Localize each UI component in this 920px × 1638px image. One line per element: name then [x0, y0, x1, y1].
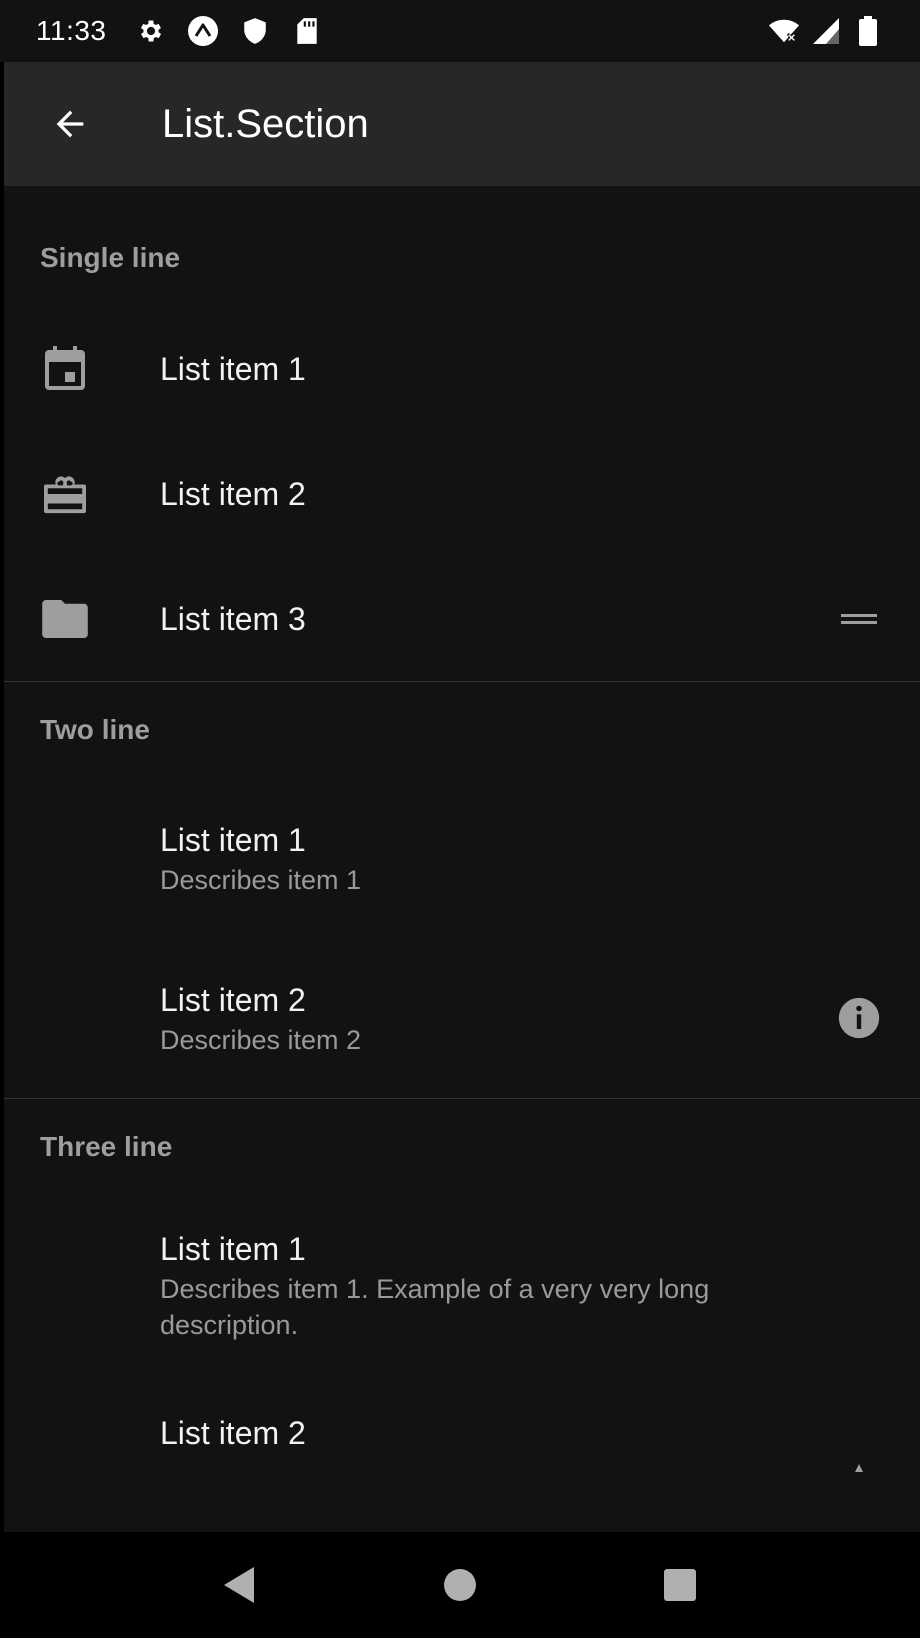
list-item-title: List item 1: [160, 1231, 306, 1267]
drag-handle-icon[interactable]: [834, 594, 884, 644]
list-item[interactable]: List item 3: [4, 556, 920, 681]
status-bar: 11:33: [0, 0, 920, 62]
list-item-title: List item 2: [160, 982, 306, 1018]
status-icons-right: [768, 15, 884, 47]
recents-square-icon[interactable]: [650, 1555, 710, 1615]
app-bar: List.Section: [4, 62, 920, 186]
list-item-title: List item 2: [160, 475, 306, 512]
list-item-description: Describes item 1. Example of a very very…: [160, 1274, 710, 1340]
wifi-icon: [768, 15, 800, 47]
page-title: List.Section: [162, 101, 369, 146]
folder-icon: [40, 594, 90, 644]
list-item-description: Describes item 2: [160, 1025, 362, 1055]
list-item[interactable]: List item 1 Describes item 1. Example of…: [4, 1195, 920, 1375]
home-circle-icon[interactable]: [430, 1555, 490, 1615]
system-nav-bar: [0, 1532, 920, 1638]
wallet-giftcard-icon: [40, 469, 90, 519]
list-item-texts: List item 1: [160, 347, 884, 391]
section-header-three-line: Three line: [40, 1131, 173, 1162]
expo-icon: [187, 15, 219, 47]
signal-icon: [810, 15, 842, 47]
list-item-title: List item 1: [160, 350, 306, 387]
list-item-description: Describes item 1: [160, 865, 362, 895]
list-item[interactable]: List item 2: [4, 1375, 920, 1532]
list-item[interactable]: List item 1: [4, 306, 920, 431]
list-item-title: List item 2: [160, 1415, 306, 1451]
arrow-left-icon: [56, 110, 84, 138]
sd-card-icon: [291, 15, 323, 47]
list-item[interactable]: List item 2: [4, 431, 920, 556]
back-triangle-icon[interactable]: [210, 1555, 270, 1615]
gear-icon: [135, 15, 167, 47]
back-button[interactable]: [40, 94, 100, 154]
info-icon[interactable]: [834, 993, 884, 1043]
list-item-texts: List item 3: [160, 597, 814, 641]
list-item[interactable]: List item 1 Describes item 1: [4, 778, 920, 938]
status-time: 11:33: [36, 15, 107, 46]
list-content[interactable]: Single line List item 1 List item 2 List…: [4, 186, 920, 1532]
list-item-texts: List item 1 Describes item 1: [160, 818, 884, 898]
shield-icon: [239, 15, 271, 47]
chevron-up-icon[interactable]: [834, 1445, 884, 1495]
section-header-two-line: Two line: [40, 714, 150, 745]
section-header-single-line: Single line: [40, 242, 181, 273]
calendar-icon: [40, 344, 90, 394]
list-item[interactable]: List item 2 Describes item 2: [4, 938, 920, 1098]
list-item-texts: List item 1 Describes item 1. Example of…: [160, 1227, 884, 1343]
list-item-title: List item 3: [160, 600, 306, 637]
list-item-title: List item 1: [160, 822, 306, 858]
battery-icon: [852, 15, 884, 47]
list-item-texts: List item 2: [160, 472, 884, 516]
list-item-texts: List item 2: [160, 1411, 814, 1455]
status-icons-left: [135, 15, 323, 47]
list-item-texts: List item 2 Describes item 2: [160, 978, 814, 1058]
